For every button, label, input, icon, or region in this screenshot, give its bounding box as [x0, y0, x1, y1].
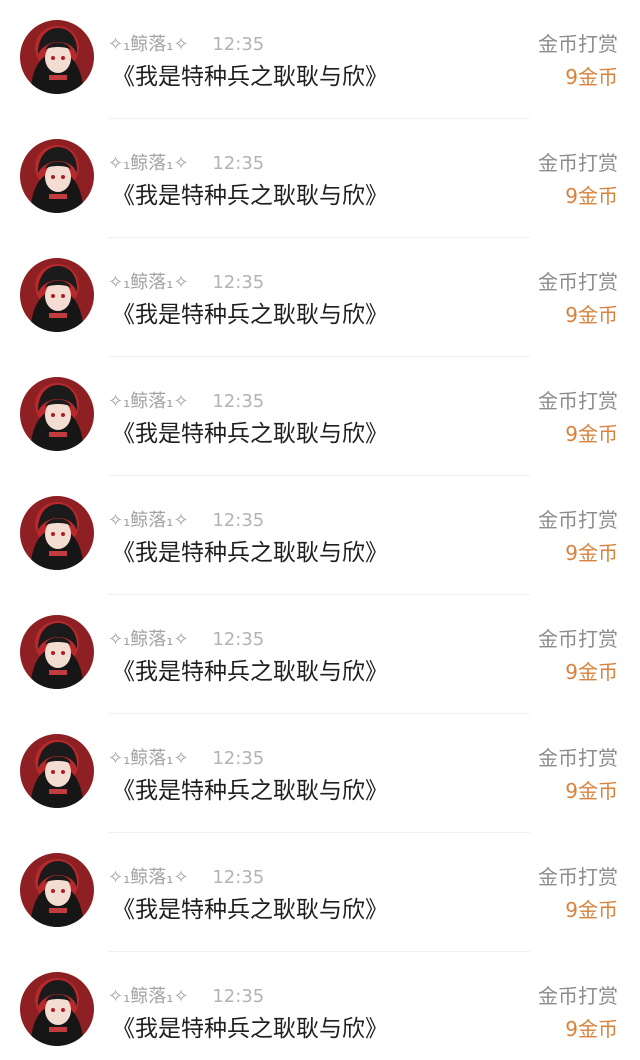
user-meta: ✧₁鲸落₁✧ 12:35	[108, 271, 264, 295]
book-title[interactable]: 《我是特种兵之耿耿与欣》	[112, 61, 388, 93]
list-item[interactable]: ✧₁鲸落₁✧ 12:35 《我是特种兵之耿耿与欣》 金币打赏 9金币	[0, 595, 640, 714]
avatar[interactable]	[20, 496, 94, 570]
reward-type-label: 金币打赏	[538, 627, 618, 651]
avatar-illustration-icon	[20, 139, 94, 213]
reward-amount: 9金币	[565, 184, 618, 208]
reward-amount: 9金币	[565, 779, 618, 803]
reward-amount: 9金币	[565, 65, 618, 89]
user-meta: ✧₁鲸落₁✧ 12:35	[108, 747, 264, 771]
user-meta: ✧₁鲸落₁✧ 12:35	[108, 866, 264, 890]
reward-type-label: 金币打赏	[538, 270, 618, 294]
list-item[interactable]: ✧₁鲸落₁✧ 12:35 《我是特种兵之耿耿与欣》 金币打赏 9金币	[0, 952, 640, 1060]
reward-type-label: 金币打赏	[538, 865, 618, 889]
avatar-illustration-icon	[20, 972, 94, 1046]
timestamp: 12:35	[212, 34, 265, 55]
reward-amount: 9金币	[565, 660, 618, 684]
avatar[interactable]	[20, 853, 94, 927]
user-meta: ✧₁鲸落₁✧ 12:35	[108, 390, 264, 414]
reward-type-label: 金币打赏	[538, 389, 618, 413]
username[interactable]: ✧₁鲸落₁✧	[108, 391, 189, 412]
user-meta: ✧₁鲸落₁✧ 12:35	[108, 152, 264, 176]
list-item[interactable]: ✧₁鲸落₁✧ 12:35 《我是特种兵之耿耿与欣》 金币打赏 9金币	[0, 357, 640, 476]
username[interactable]: ✧₁鲸落₁✧	[108, 34, 189, 55]
avatar[interactable]	[20, 139, 94, 213]
timestamp: 12:35	[212, 986, 265, 1007]
timestamp: 12:35	[212, 153, 265, 174]
timestamp: 12:35	[212, 391, 265, 412]
avatar[interactable]	[20, 615, 94, 689]
avatar[interactable]	[20, 734, 94, 808]
avatar[interactable]	[20, 20, 94, 94]
timestamp: 12:35	[212, 629, 265, 650]
book-title[interactable]: 《我是特种兵之耿耿与欣》	[112, 775, 388, 807]
avatar-illustration-icon	[20, 496, 94, 570]
book-title[interactable]: 《我是特种兵之耿耿与欣》	[112, 180, 388, 212]
reward-amount: 9金币	[565, 898, 618, 922]
user-meta: ✧₁鲸落₁✧ 12:35	[108, 628, 264, 652]
reward-type-label: 金币打赏	[538, 984, 618, 1008]
reward-amount: 9金币	[565, 303, 618, 327]
username[interactable]: ✧₁鲸落₁✧	[108, 510, 189, 531]
list-item[interactable]: ✧₁鲸落₁✧ 12:35 《我是特种兵之耿耿与欣》 金币打赏 9金币	[0, 833, 640, 952]
user-meta: ✧₁鲸落₁✧ 12:35	[108, 985, 264, 1009]
book-title[interactable]: 《我是特种兵之耿耿与欣》	[112, 418, 388, 450]
reward-amount: 9金币	[565, 541, 618, 565]
timestamp: 12:35	[212, 748, 265, 769]
timestamp: 12:35	[212, 272, 265, 293]
username[interactable]: ✧₁鲸落₁✧	[108, 629, 189, 650]
timestamp: 12:35	[212, 867, 265, 888]
avatar-illustration-icon	[20, 377, 94, 451]
avatar-illustration-icon	[20, 615, 94, 689]
book-title[interactable]: 《我是特种兵之耿耿与欣》	[112, 894, 388, 926]
avatar[interactable]	[20, 972, 94, 1046]
list-item[interactable]: ✧₁鲸落₁✧ 12:35 《我是特种兵之耿耿与欣》 金币打赏 9金币	[0, 238, 640, 357]
username[interactable]: ✧₁鲸落₁✧	[108, 153, 189, 174]
avatar-illustration-icon	[20, 258, 94, 332]
list-item[interactable]: ✧₁鲸落₁✧ 12:35 《我是特种兵之耿耿与欣》 金币打赏 9金币	[0, 476, 640, 595]
book-title[interactable]: 《我是特种兵之耿耿与欣》	[112, 1013, 388, 1045]
reward-type-label: 金币打赏	[538, 746, 618, 770]
book-title[interactable]: 《我是特种兵之耿耿与欣》	[112, 537, 388, 569]
reward-type-label: 金币打赏	[538, 151, 618, 175]
avatar-illustration-icon	[20, 853, 94, 927]
list-item[interactable]: ✧₁鲸落₁✧ 12:35 《我是特种兵之耿耿与欣》 金币打赏 9金币	[0, 0, 640, 119]
reward-record-list: ✧₁鲸落₁✧ 12:35 《我是特种兵之耿耿与欣》 金币打赏 9金币 ✧₁鲸落₁…	[0, 0, 640, 1060]
username[interactable]: ✧₁鲸落₁✧	[108, 748, 189, 769]
username[interactable]: ✧₁鲸落₁✧	[108, 986, 189, 1007]
list-item[interactable]: ✧₁鲸落₁✧ 12:35 《我是特种兵之耿耿与欣》 金币打赏 9金币	[0, 119, 640, 238]
avatar[interactable]	[20, 377, 94, 451]
timestamp: 12:35	[212, 510, 265, 531]
book-title[interactable]: 《我是特种兵之耿耿与欣》	[112, 299, 388, 331]
reward-amount: 9金币	[565, 422, 618, 446]
user-meta: ✧₁鲸落₁✧ 12:35	[108, 33, 264, 57]
username[interactable]: ✧₁鲸落₁✧	[108, 272, 189, 293]
list-item[interactable]: ✧₁鲸落₁✧ 12:35 《我是特种兵之耿耿与欣》 金币打赏 9金币	[0, 714, 640, 833]
book-title[interactable]: 《我是特种兵之耿耿与欣》	[112, 656, 388, 688]
reward-type-label: 金币打赏	[538, 32, 618, 56]
avatar[interactable]	[20, 258, 94, 332]
reward-type-label: 金币打赏	[538, 508, 618, 532]
reward-amount: 9金币	[565, 1017, 618, 1041]
avatar-illustration-icon	[20, 20, 94, 94]
username[interactable]: ✧₁鲸落₁✧	[108, 867, 189, 888]
user-meta: ✧₁鲸落₁✧ 12:35	[108, 509, 264, 533]
avatar-illustration-icon	[20, 734, 94, 808]
